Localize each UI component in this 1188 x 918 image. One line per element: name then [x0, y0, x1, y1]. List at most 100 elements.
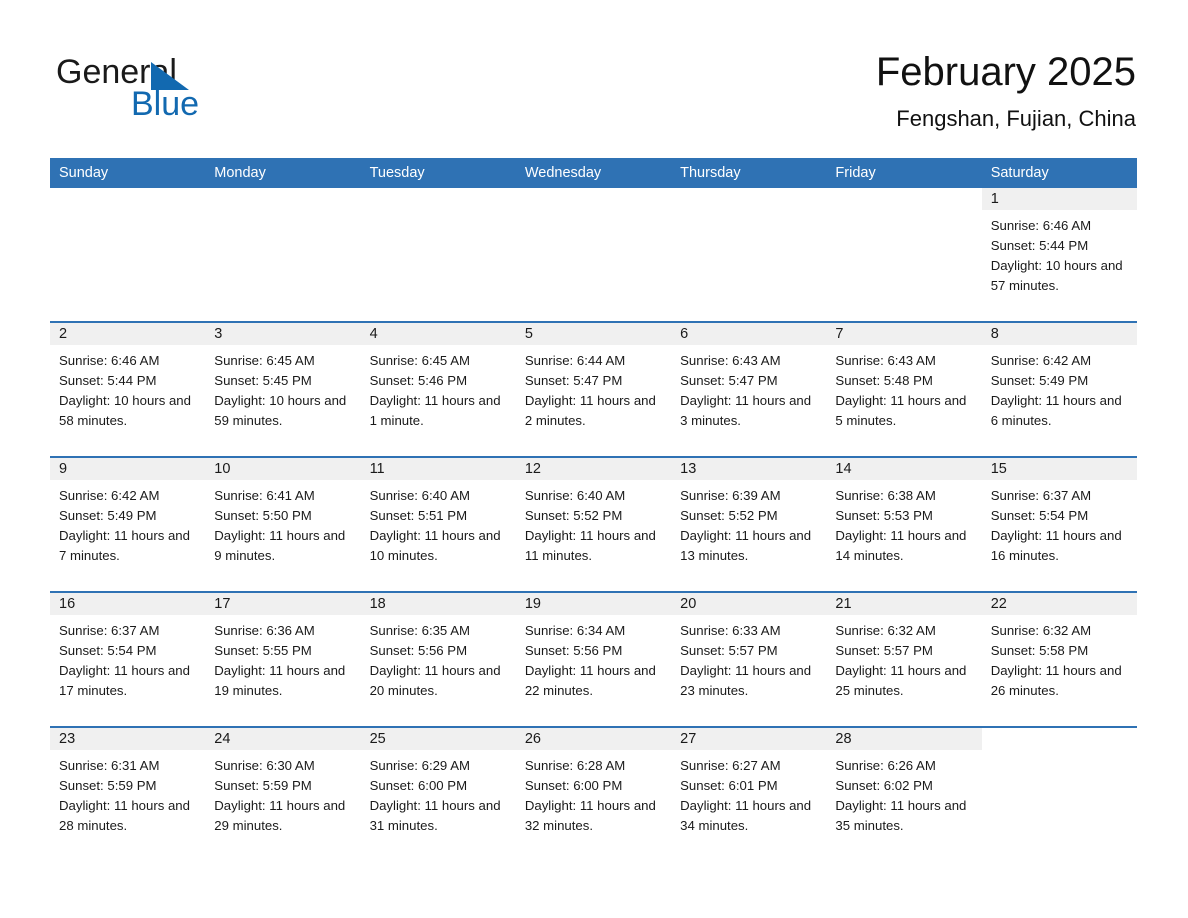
sunrise-text: Sunrise: 6:40 AM — [369, 488, 470, 503]
daylight-text: Daylight: 11 hours and 28 minutes. — [59, 798, 190, 833]
calendar-day-cell[interactable]: 14 Sunrise: 6:38 AM Sunset: 5:53 PM Dayligh… — [826, 458, 982, 591]
calendar-day-cell[interactable]: 27 Sunrise: 6:27 AM Sunset: 6:01 PM Dayligh… — [671, 728, 827, 861]
daylight-text: Daylight: 11 hours and 5 minutes. — [835, 393, 967, 428]
day-number: 8 — [990, 326, 999, 342]
calendar-day-cell[interactable]: 12 Sunrise: 6:40 AM Sunset: 5:52 PM Dayligh… — [515, 458, 672, 591]
calendar-day-cell[interactable]: 26 Sunrise: 6:28 AM Sunset: 6:00 PM Dayligh… — [515, 728, 672, 861]
calendar-day-cell[interactable]: 13 Sunrise: 6:39 AM Sunset: 5:52 PM Dayligh… — [671, 458, 827, 591]
sunset-text: Sunset: 5:58 PM — [990, 643, 1089, 658]
day-number-band: 14 — [826, 458, 982, 480]
daylight-text: Daylight: 11 hours and 22 minutes. — [524, 663, 656, 698]
calendar-day-cell[interactable]: 18 Sunrise: 6:35 AM Sunset: 5:56 PM Dayligh… — [360, 593, 516, 726]
day-number: 9 — [59, 461, 68, 477]
daylight-text: Daylight: 10 hours and 57 minutes. — [990, 258, 1123, 293]
calendar-day-cell[interactable]: 25 Sunrise: 6:29 AM Sunset: 6:00 PM Dayligh… — [360, 728, 516, 861]
sunrise-text: Sunrise: 6:42 AM — [990, 353, 1092, 368]
day-number-band — [671, 188, 827, 210]
sunset-text: Sunset: 5:57 PM — [835, 643, 933, 658]
daylight-text: Daylight: 11 hours and 31 minutes. — [369, 798, 501, 833]
calendar-day-cell[interactable]: 24 Sunrise: 6:30 AM Sunset: 5:59 PM Dayligh… — [205, 728, 361, 861]
day-number: 15 — [990, 461, 1007, 477]
day-number-band: 12 — [515, 458, 672, 480]
sunset-text: Sunset: 5:51 PM — [369, 508, 468, 523]
sunrise-text: Sunrise: 6:41 AM — [214, 488, 315, 503]
sunrise-text: Sunrise: 6:35 AM — [369, 623, 470, 638]
daylight-text: Daylight: 11 hours and 29 minutes. — [214, 798, 346, 833]
day-number: 16 — [59, 596, 76, 612]
calendar-day-cell[interactable]: 28 Sunrise: 6:26 AM Sunset: 6:02 PM Dayligh… — [826, 728, 982, 861]
day-number: 14 — [835, 461, 852, 477]
sunrise-text: Sunrise: 6:26 AM — [835, 758, 936, 773]
daylight-text: Daylight: 11 hours and 17 minutes. — [59, 663, 190, 698]
calendar-day-cell[interactable]: 16 Sunrise: 6:37 AM Sunset: 5:54 PM Dayligh… — [50, 593, 206, 726]
day-details: Sunrise: 6:32 AM Sunset: 5:58 PM Daylight:… — [982, 615, 1137, 701]
day-number: 28 — [835, 731, 852, 747]
sunrise-text: Sunrise: 6:45 AM — [369, 353, 470, 368]
calendar-day-cell[interactable]: 1 Sunrise: 6:46 AM Sunset: 5:44 PM Daylight… — [981, 188, 1137, 321]
day-details: Sunrise: 6:29 AM Sunset: 6:00 PM Daylight:… — [361, 750, 516, 836]
day-number: 11 — [369, 461, 385, 477]
day-number: 7 — [835, 326, 844, 342]
calendar-day-cell[interactable]: 10 Sunrise: 6:41 AM Sunset: 5:50 PM Dayligh… — [205, 458, 361, 591]
calendar-day-cell[interactable]: 11 Sunrise: 6:40 AM Sunset: 5:51 PM Dayligh… — [360, 458, 516, 591]
day-number-band: 11 — [360, 458, 516, 480]
day-details: Sunrise: 6:35 AM Sunset: 5:56 PM Daylight:… — [361, 615, 516, 701]
day-details: Sunrise: 6:40 AM Sunset: 5:51 PM Daylight:… — [361, 480, 516, 566]
page-header: General Blue February 2025 Fengshan, Fuj… — [0, 0, 1188, 158]
daylight-text: Daylight: 11 hours and 10 minutes. — [369, 528, 501, 563]
sunset-text: Sunset: 5:49 PM — [59, 508, 157, 523]
calendar-day-cell[interactable]: 19 Sunrise: 6:34 AM Sunset: 5:56 PM Dayligh… — [515, 593, 672, 726]
day-details: Sunrise: 6:42 AM Sunset: 5:49 PM Daylight:… — [50, 480, 205, 566]
calendar-day-cell[interactable]: 17 Sunrise: 6:36 AM Sunset: 5:55 PM Dayligh… — [205, 593, 361, 726]
daylight-text: Daylight: 11 hours and 6 minutes. — [990, 393, 1122, 428]
day-number-band — [981, 728, 1137, 750]
day-details: Sunrise: 6:36 AM Sunset: 5:55 PM Daylight:… — [205, 615, 360, 701]
day-number: 12 — [524, 461, 541, 477]
day-number: 25 — [369, 731, 386, 747]
daylight-text: Daylight: 11 hours and 25 minutes. — [835, 663, 967, 698]
day-number: 1 — [990, 191, 999, 207]
day-details: Sunrise: 6:41 AM Sunset: 5:50 PM Daylight:… — [205, 480, 360, 566]
title-block: February 2025 Fengshan, Fujian, China — [876, 46, 1136, 134]
sunrise-text: Sunrise: 6:31 AM — [59, 758, 160, 773]
sunset-text: Sunset: 5:53 PM — [835, 508, 933, 523]
sunset-text: Sunset: 5:47 PM — [680, 373, 778, 388]
day-details: Sunrise: 6:32 AM Sunset: 5:57 PM Daylight:… — [826, 615, 981, 701]
sunrise-text: Sunrise: 6:32 AM — [990, 623, 1092, 638]
calendar-day-cell[interactable]: 23 Sunrise: 6:31 AM Sunset: 5:59 PM Dayligh… — [50, 728, 206, 861]
calendar-day-cell[interactable]: 8 Sunrise: 6:42 AM Sunset: 5:49 PM Daylight… — [981, 323, 1137, 456]
calendar-day-cell[interactable]: 9 Sunrise: 6:42 AM Sunset: 5:49 PM Daylight… — [50, 458, 206, 591]
day-number-band: 9 — [50, 458, 206, 480]
day-number: 2 — [59, 326, 68, 342]
calendar-day-cell[interactable]: 21 Sunrise: 6:32 AM Sunset: 5:57 PM Dayligh… — [826, 593, 982, 726]
calendar-day-cell[interactable]: 5 Sunrise: 6:44 AM Sunset: 5:47 PM Daylight… — [515, 323, 672, 456]
calendar-day-cell[interactable]: 20 Sunrise: 6:33 AM Sunset: 5:57 PM Dayligh… — [671, 593, 827, 726]
weekday-header-friday: Friday — [835, 165, 876, 181]
day-number-band: 10 — [205, 458, 361, 480]
general-blue-logo[interactable]: General Blue — [56, 52, 316, 123]
day-number-band: 25 — [360, 728, 516, 750]
calendar-day-cell[interactable]: 3 Sunrise: 6:45 AM Sunset: 5:45 PM Daylight… — [205, 323, 361, 456]
calendar-day-cell[interactable]: 7 Sunrise: 6:43 AM Sunset: 5:48 PM Daylight… — [826, 323, 982, 456]
day-number: 24 — [214, 731, 231, 747]
sunset-text: Sunset: 5:45 PM — [214, 373, 312, 388]
calendar-day-cell[interactable]: 22 Sunrise: 6:32 AM Sunset: 5:58 PM Dayligh… — [981, 593, 1137, 726]
day-number-band: 18 — [360, 593, 516, 615]
day-details: Sunrise: 6:34 AM Sunset: 5:56 PM Daylight:… — [516, 615, 671, 701]
calendar-day-cell-empty — [826, 188, 982, 321]
day-number: 20 — [680, 596, 697, 612]
logo-text-blue: Blue — [131, 85, 200, 123]
page-title: February 2025 — [875, 50, 1136, 94]
day-number-band: 22 — [981, 593, 1137, 615]
calendar-day-cell[interactable]: 2 Sunrise: 6:46 AM Sunset: 5:44 PM Daylight… — [50, 323, 206, 456]
sunset-text: Sunset: 6:01 PM — [680, 778, 778, 793]
calendar-day-cell[interactable]: 4 Sunrise: 6:45 AM Sunset: 5:46 PM Daylight… — [360, 323, 516, 456]
daylight-text: Daylight: 11 hours and 16 minutes. — [990, 528, 1122, 563]
day-number-band: 20 — [671, 593, 827, 615]
sunset-text: Sunset: 6:00 PM — [369, 778, 468, 793]
calendar-day-cell[interactable]: 15 Sunrise: 6:37 AM Sunset: 5:54 PM Dayligh… — [981, 458, 1137, 591]
day-number: 6 — [680, 326, 689, 342]
daylight-text: Daylight: 11 hours and 35 minutes. — [835, 798, 967, 833]
calendar-day-cell[interactable]: 6 Sunrise: 6:43 AM Sunset: 5:47 PM Daylight… — [671, 323, 827, 456]
daylight-text: Daylight: 11 hours and 14 minutes. — [835, 528, 967, 563]
